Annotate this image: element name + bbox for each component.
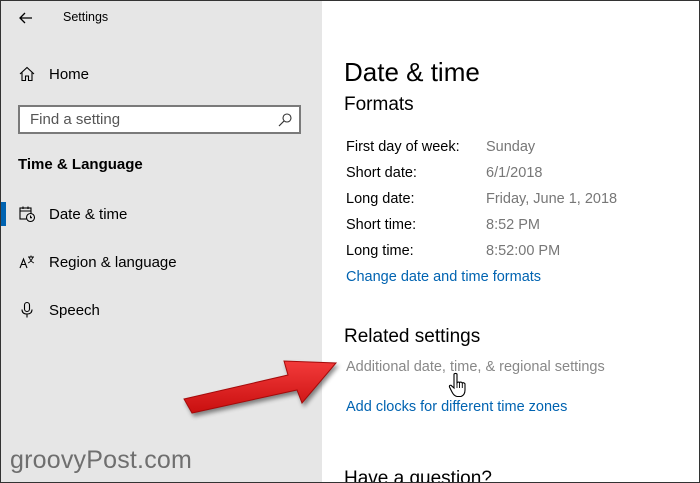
- format-value: Sunday: [486, 139, 536, 155]
- sidebar-item-region-language[interactable]: Region & language: [1, 247, 322, 277]
- hand-cursor-icon: [448, 372, 466, 398]
- back-arrow-icon[interactable]: [16, 8, 36, 28]
- region-language-icon: [19, 255, 35, 269]
- sidebar-item-speech[interactable]: Speech: [1, 295, 322, 325]
- search-box[interactable]: [18, 105, 301, 134]
- home-icon: [19, 66, 35, 82]
- format-label: Short time:: [346, 217, 417, 233]
- sidebar-item-label: Date & time: [49, 205, 128, 223]
- formats-heading: Formats: [344, 94, 414, 115]
- search-input[interactable]: [20, 107, 280, 132]
- format-label: Long date:: [346, 191, 415, 207]
- main-content: Date & time Formats First day of week: S…: [322, 1, 699, 482]
- change-formats-link[interactable]: Change date and time formats: [346, 269, 541, 285]
- sidebar-item-date-time[interactable]: Date & time: [1, 199, 322, 229]
- sidebar-item-label: Home: [49, 65, 90, 83]
- page-title: Date & time: [344, 57, 480, 87]
- search-icon[interactable]: [277, 112, 293, 128]
- window-title: Settings: [63, 10, 109, 24]
- format-label: Long time:: [346, 243, 414, 259]
- red-arrow-annotation: [183, 360, 338, 414]
- section-title: Time & Language: [18, 156, 143, 173]
- additional-settings-link[interactable]: Additional date, time, & regional settin…: [346, 359, 605, 375]
- related-settings-heading: Related settings: [344, 326, 481, 347]
- sidebar-item-label: Speech: [49, 301, 100, 319]
- question-heading: Have a question?: [344, 468, 492, 483]
- active-indicator: [1, 202, 6, 226]
- format-value: Friday, June 1, 2018: [486, 191, 618, 207]
- microphone-icon: [21, 301, 33, 318]
- date-time-icon: [19, 206, 36, 223]
- format-value: 6/1/2018: [486, 165, 543, 181]
- format-value: 8:52:00 PM: [486, 243, 561, 259]
- settings-window: Settings Home Time & Language Date &: [0, 0, 700, 483]
- watermark: groovyPost.com: [10, 446, 193, 474]
- sidebar-item-home[interactable]: Home: [1, 59, 322, 89]
- format-label: Short date:: [346, 165, 417, 181]
- add-clocks-link[interactable]: Add clocks for different time zones: [346, 399, 567, 415]
- format-label: First day of week:: [346, 139, 460, 155]
- format-value: 8:52 PM: [486, 217, 540, 233]
- sidebar-item-label: Region & language: [49, 253, 177, 271]
